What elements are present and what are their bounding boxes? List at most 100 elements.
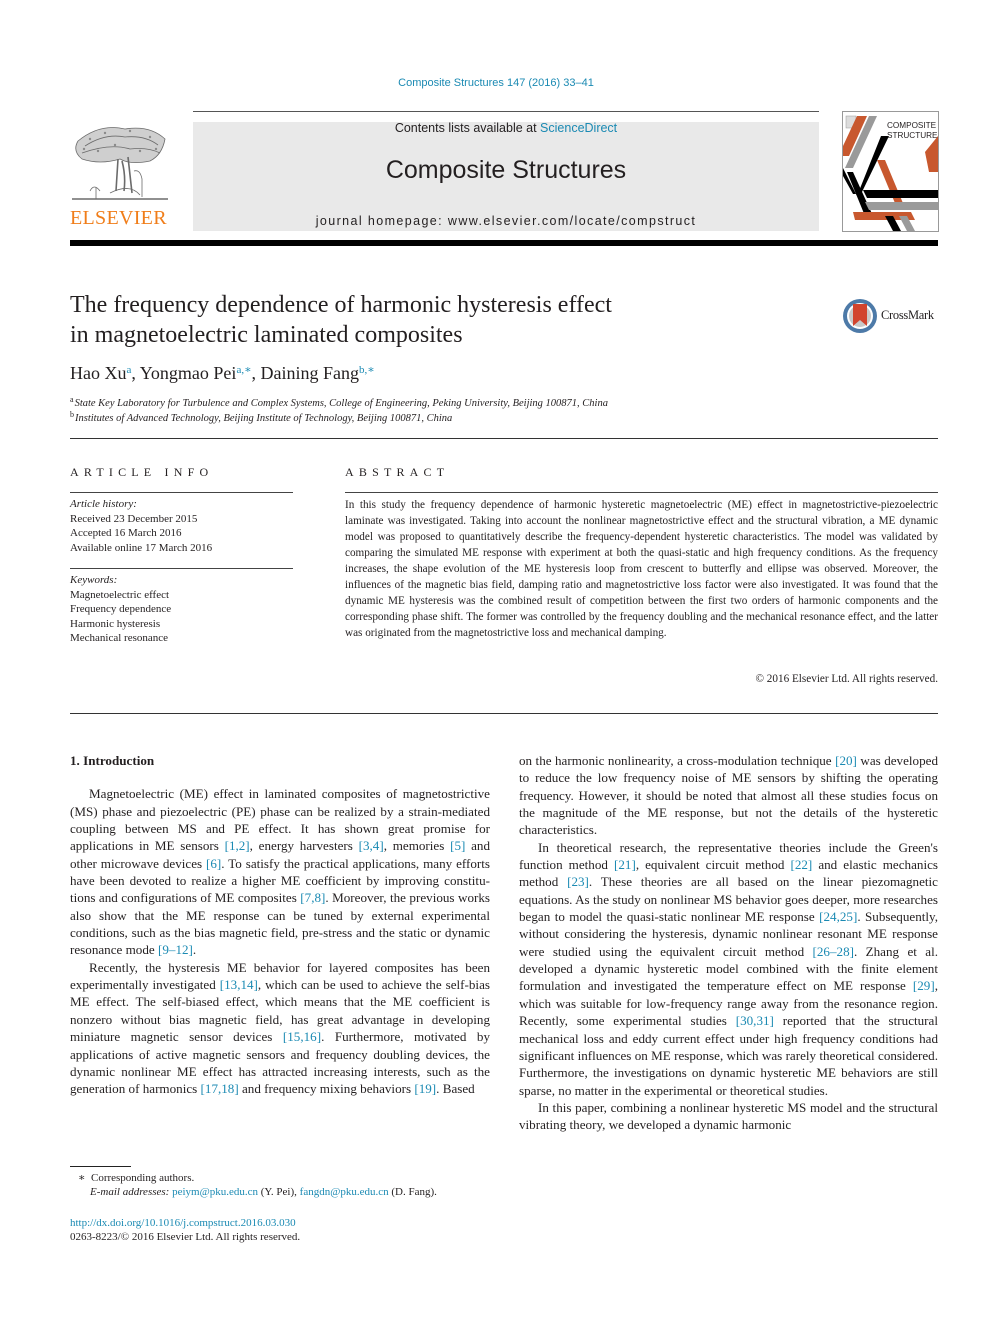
keyword-item: Magnetoelectric effect — [70, 588, 170, 601]
article-title-line2: in magnetoelectric laminated composites — [70, 322, 463, 348]
body-paragraph: Magnetoelectric (ME) effect in laminated… — [70, 785, 490, 958]
issn-copyright-line: 0263-8223/© 2016 Elsevier Ltd. All right… — [70, 1231, 301, 1243]
reference-link[interactable]: [3,4] — [359, 838, 384, 853]
elsevier-logo[interactable]: ELSEVIER — [70, 121, 172, 231]
reference-link[interactable]: [7,8] — [300, 890, 325, 905]
author-name[interactable]: Hao Xu — [70, 363, 127, 383]
corresponding-text: Corresponding authors. — [90, 1172, 195, 1184]
email-addresses: E-mail addresses: peiym@pku.edu.cn (Y. P… — [90, 1186, 437, 1198]
body-text: and frequency mixing behaviors — [238, 1081, 415, 1097]
article-history-label: Article history: — [70, 498, 137, 510]
affiliation-text: Institutes of Advanced Technology, Beiji… — [75, 413, 453, 424]
history-received: Received 23 December 2015 — [70, 512, 198, 525]
abstract-bottom-rule — [70, 713, 938, 714]
right-paragraphs: on the harmonic nonlinearity, a cross-mo… — [519, 752, 938, 1134]
reference-link[interactable]: [15,16] — [283, 1029, 321, 1044]
reference-link[interactable]: [13,14] — [220, 977, 258, 992]
journal-name: Composite Structures — [385, 156, 627, 184]
affiliation-mark: a — [70, 395, 74, 404]
reference-link[interactable]: [17,18] — [201, 1081, 239, 1096]
email-link-fang[interactable]: fangdn@pku.edu.cn — [300, 1186, 389, 1198]
crossmark-button[interactable]: CrossMark — [842, 298, 942, 334]
reference-link[interactable]: [30,31] — [736, 1013, 774, 1028]
body-column-right: on the harmonic nonlinearity, a cross-mo… — [519, 752, 938, 1134]
abstract-heading: ABSTRACT — [345, 465, 450, 479]
history-online: Available online 17 March 2016 — [70, 541, 213, 554]
keywords-label: Keywords: — [70, 574, 118, 586]
article-info-rule — [70, 492, 293, 493]
cover-title-line1: COMPOSITE — [887, 121, 937, 130]
affiliation-text: State Key Laboratory for Turbulence and … — [74, 398, 608, 409]
email-label: E-mail addresses: — [90, 1186, 173, 1198]
title-divider — [70, 438, 938, 439]
body-paragraph: In theoretical research, the representat… — [519, 839, 938, 1099]
author-separator: , — [251, 363, 261, 383]
journal-homepage: journal homepage: www.elsevier.com/locat… — [193, 214, 819, 228]
author-affiliation-mark[interactable]: b,∗ — [359, 364, 375, 376]
article-history: Article history: Received 23 December 20… — [70, 497, 212, 555]
elsevier-wordmark: ELSEVIER — [70, 207, 167, 229]
history-accepted: Accepted 16 March 2016 — [70, 527, 182, 539]
keyword-item: Harmonic hysteresis — [70, 617, 161, 630]
author-name[interactable]: Yongmao Pei — [140, 363, 237, 383]
body-text: . — [192, 942, 197, 958]
homepage-prefix: journal homepage: — [315, 214, 448, 228]
reference-link[interactable]: [24,25] — [819, 909, 857, 924]
reference-link[interactable]: [6] — [206, 856, 221, 871]
affiliation-mark: b — [70, 410, 74, 419]
reference-link[interactable]: [9–12] — [158, 942, 193, 957]
contents-prefix: Contents lists available at — [394, 121, 541, 135]
affiliation-b: bInstitutes of Advanced Technology, Beij… — [70, 410, 452, 424]
section-heading-introduction: 1. Introduction — [70, 753, 155, 768]
elsevier-tree-icon — [72, 127, 168, 200]
abstract-rule — [345, 492, 938, 493]
keyword-item: Mechanical resonance — [70, 632, 169, 644]
reference-link[interactable]: [23] — [567, 874, 589, 889]
reference-link[interactable]: [19] — [414, 1081, 436, 1096]
footnote-rule — [70, 1166, 131, 1167]
author-affiliation-mark[interactable]: a,∗ — [236, 364, 251, 376]
homepage-url-link[interactable]: www.elsevier.com/locate/compstruct — [448, 214, 696, 228]
sciencedirect-link[interactable]: ScienceDirect — [540, 121, 617, 135]
body-paragraph: on the harmonic nonlinearity, a cross-mo… — [519, 752, 938, 839]
body-text: In this paper, combining a nonlinear hys… — [519, 1099, 938, 1133]
reference-link[interactable]: [5] — [450, 838, 465, 853]
journal-cover-thumbnail[interactable]: COMPOSITE STRUCTURES — [842, 111, 939, 232]
crossmark-label: CrossMark — [881, 308, 934, 322]
article-info-heading: ARTICLE INFO — [70, 465, 214, 479]
email-link-pei[interactable]: peiym@pku.edu.cn — [172, 1186, 258, 1198]
reference-link[interactable]: [1,2] — [225, 838, 250, 853]
author-name[interactable]: Daining Fang — [261, 363, 360, 383]
body-text: , memories — [383, 838, 451, 854]
keywords-rule — [70, 568, 293, 569]
abstract-copyright: © 2016 Elsevier Ltd. All rights reserved… — [755, 673, 939, 685]
article-title-line1: The frequency dependence of harmonic hys… — [70, 292, 612, 318]
doi-link[interactable]: http://dx.doi.org/10.1016/j.compstruct.2… — [70, 1217, 296, 1229]
author-separator: , — [131, 363, 140, 383]
keyword-item: Frequency dependence — [70, 603, 172, 615]
reference-link[interactable]: [29] — [913, 978, 935, 993]
contents-line: Contents lists available at ScienceDirec… — [193, 121, 819, 135]
header-top-rule — [193, 111, 819, 112]
email-owner: (D. Fang). — [388, 1186, 437, 1198]
body-paragraph: In this paper, combining a nonlinear hys… — [519, 1099, 938, 1134]
cover-title-line2: STRUCTURES — [887, 131, 938, 140]
journal-citation-link[interactable]: Composite Structures 147 (2016) 33–41 — [0, 77, 992, 89]
abstract-text: In this study the frequency dependence o… — [345, 499, 938, 639]
reference-link[interactable]: [21] — [614, 857, 636, 872]
body-paragraph: Recently, the hysteresis ME behavior for… — [70, 959, 490, 1098]
corresponding-mark: ∗ — [78, 1172, 86, 1184]
cover-art-icon: COMPOSITE STRUCTURES — [843, 115, 938, 231]
corresponding-author-note: ∗ Corresponding authors. — [78, 1171, 194, 1184]
header-thick-rule — [70, 240, 938, 246]
reference-link[interactable]: [22] — [790, 857, 812, 872]
left-paragraphs: Magnetoelectric (ME) effect in laminated… — [70, 785, 490, 1097]
reference-link[interactable]: [26–28] — [813, 944, 854, 959]
body-text: . Based — [436, 1081, 475, 1097]
article-title: The frequency dependence of harmonic hys… — [70, 290, 790, 350]
reference-link[interactable]: [20] — [835, 753, 857, 768]
body-text: on the harmonic nonlinearity, a cross-mo… — [519, 753, 836, 768]
crossmark-icon — [843, 299, 877, 333]
author-list: Hao Xua, Yongmao Peia,∗, Daining Fangb,∗ — [70, 363, 375, 384]
body-column-left: 1. Introduction Magnetoelectric (ME) eff… — [70, 752, 490, 1098]
